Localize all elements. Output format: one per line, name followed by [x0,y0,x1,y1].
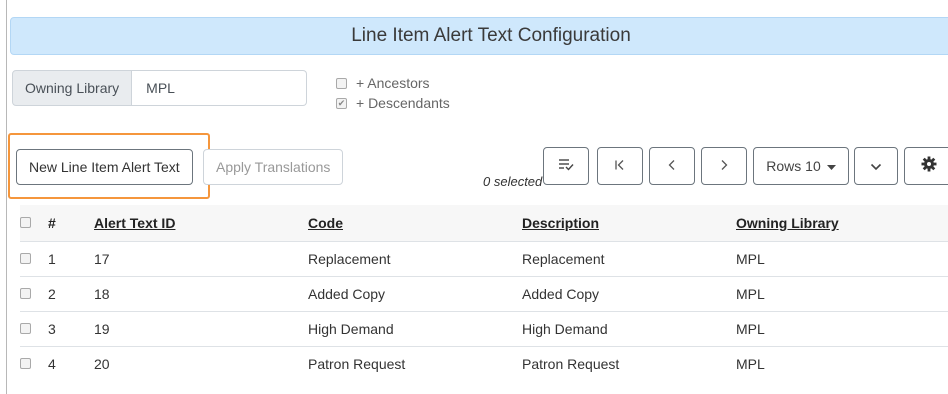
chevron-right-icon [719,158,729,175]
alert-text-id-cell: 17 [94,241,308,277]
first-page-icon [614,158,626,175]
owning-library-cell: MPL [736,311,948,347]
descendants-option[interactable]: ✔ + Descendants [336,95,450,111]
prev-page-button[interactable] [649,147,695,185]
table-row[interactable]: 2 18 Added Copy Added Copy MPL [20,276,948,312]
row-checkbox[interactable] [20,288,31,299]
column-select-button[interactable] [543,147,589,185]
row-index: 1 [48,241,94,277]
description-cell: High Demand [522,311,736,347]
table-row[interactable]: 3 19 High Demand High Demand MPL [20,311,948,347]
table-row[interactable]: 1 17 Replacement Replacement MPL [20,241,948,277]
alert-text-id-cell: 19 [94,311,308,347]
description-cell: Replacement [522,241,736,277]
next-page-button[interactable] [701,147,747,185]
owning-library-cell: MPL [736,276,948,312]
owning-library-cell: MPL [736,241,948,277]
table-row[interactable]: 4 20 Patron Request Patron Request MPL [20,346,948,381]
chevron-left-icon [667,158,677,175]
owning-library-input[interactable]: MPL [132,70,308,106]
gear-icon [921,156,937,176]
rows-per-page-label: Rows 10 [766,158,821,174]
descendants-label: + Descendants [356,95,450,111]
settings-button[interactable] [904,147,948,185]
code-header[interactable]: Code [308,205,522,242]
row-index: 2 [48,276,94,312]
alert-text-id-cell: 18 [94,276,308,312]
code-cell: Replacement [308,241,522,277]
ancestors-checkbox[interactable] [336,77,347,89]
window-left-border [0,0,7,394]
row-checkbox[interactable] [20,253,31,264]
select-all-cell[interactable] [20,205,48,242]
alert-text-id-header[interactable]: Alert Text ID [94,205,308,242]
index-header: # [48,215,56,231]
code-cell: Patron Request [308,346,522,381]
page-title-bar: Line Item Alert Text Configuration [10,17,948,55]
alert-text-table: # Alert Text ID Code Description Owning … [20,205,948,381]
selected-count: 0 selected [483,174,543,189]
apply-translations-button[interactable]: Apply Translations [203,149,344,185]
chevron-down-icon [870,158,882,175]
row-checkbox[interactable] [20,358,31,369]
page-title: Line Item Alert Text Configuration [351,25,631,46]
row-index: 3 [48,311,94,347]
row-checkbox[interactable] [20,323,31,334]
new-alert-text-button[interactable]: New Line Item Alert Text [16,149,193,185]
owning-library-header[interactable]: Owning Library [736,205,948,242]
owning-library-cell: MPL [736,346,948,381]
code-cell: Added Copy [308,276,522,312]
ancestors-label: + Ancestors [356,75,430,91]
description-header[interactable]: Description [522,205,736,242]
first-page-button[interactable] [597,147,643,185]
expand-toggle-button[interactable] [854,147,898,185]
description-cell: Added Copy [522,276,736,312]
code-cell: High Demand [308,311,522,347]
descendants-checkbox[interactable]: ✔ [336,97,347,109]
select-all-checkbox[interactable] [20,217,31,228]
rows-per-page-dropdown[interactable]: Rows 10 [753,147,849,185]
description-cell: Patron Request [522,346,736,381]
caret-down-icon [826,158,836,175]
row-index: 4 [48,346,94,381]
ancestors-option[interactable]: + Ancestors [336,75,430,91]
owning-library-selector[interactable]: Owning Library MPL [12,70,308,106]
owning-library-label: Owning Library [12,70,133,106]
table-header-row: # Alert Text ID Code Description Owning … [20,205,948,242]
lines-check-icon [558,157,574,175]
alert-text-id-cell: 20 [94,346,308,381]
